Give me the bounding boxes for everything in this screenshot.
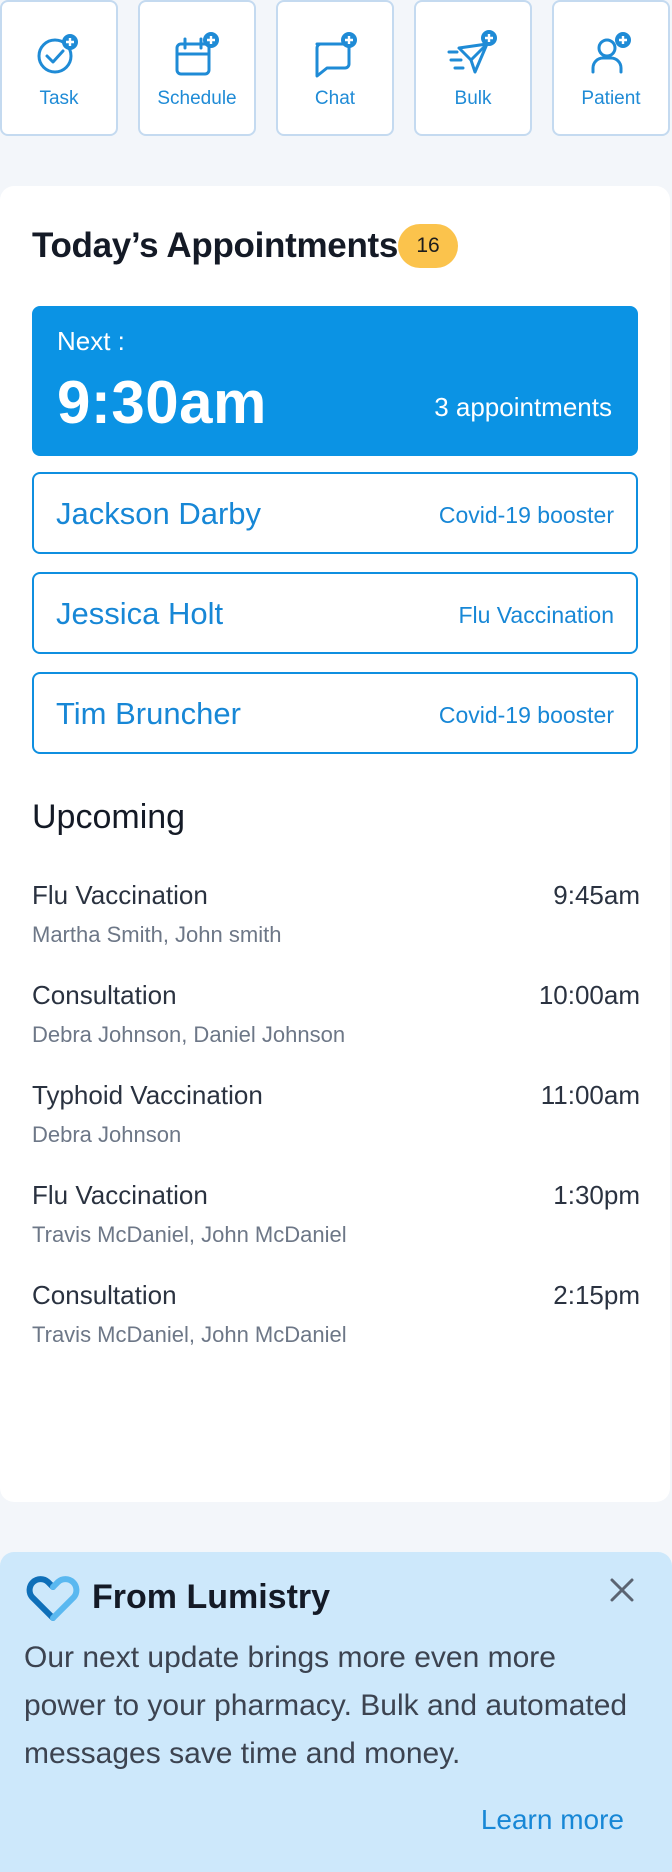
upcoming-item[interactable]: Typhoid Vaccination 11:00am Debra Johnso… <box>32 1080 640 1170</box>
task-label: Task <box>39 88 79 109</box>
chat-add-icon <box>315 32 357 78</box>
upcoming-time: 1:30pm <box>553 1180 640 1210</box>
appointment-type: Covid-19 booster <box>438 702 614 728</box>
upcoming-time: 2:15pm <box>553 1280 640 1310</box>
upcoming-patients: Travis McDaniel, John McDaniel <box>32 1222 347 1247</box>
heart-logo-icon <box>26 1576 80 1621</box>
upcoming-time: 11:00am <box>540 1080 640 1110</box>
appointment-type: Covid-19 booster <box>438 502 614 528</box>
patient-button[interactable]: Patient <box>552 0 670 136</box>
patient-add-icon <box>591 32 631 74</box>
upcoming-item[interactable]: Consultation 2:15pm Travis McDaniel, Joh… <box>32 1280 640 1370</box>
upcoming-patients: Debra Johnson <box>32 1122 182 1147</box>
upcoming-type: Typhoid Vaccination <box>32 1080 263 1110</box>
appointment-type: Flu Vaccination <box>458 602 614 628</box>
upcoming-patients: Martha Smith, John smith <box>32 922 282 947</box>
upcoming-item[interactable]: Flu Vaccination 1:30pm Travis McDaniel, … <box>32 1180 640 1270</box>
upcoming-item[interactable]: Flu Vaccination 9:45am Martha Smith, Joh… <box>32 880 640 970</box>
appointment-item[interactable]: Jackson Darby Covid-19 booster <box>32 472 638 554</box>
task-add-icon <box>37 34 78 74</box>
upcoming-type: Flu Vaccination <box>32 880 208 910</box>
chat-button[interactable]: Chat <box>276 0 394 136</box>
appointment-item[interactable]: Tim Bruncher Covid-19 booster <box>32 672 638 754</box>
lumistry-banner: From Lumistry Our next update brings mor… <box>0 1552 672 1872</box>
next-label: Next : <box>57 326 125 356</box>
bulk-label: Bulk <box>454 88 492 109</box>
appointment-patient-name: Jessica Holt <box>56 596 224 631</box>
learn-more-link[interactable]: Learn more <box>481 1804 624 1836</box>
quick-actions-bar: Task Schedule Chat Bulk Patient <box>0 0 672 140</box>
upcoming-item[interactable]: Consultation 10:00am Debra Johnson, Dani… <box>32 980 640 1070</box>
task-button[interactable]: Task <box>0 0 118 136</box>
upcoming-patients: Debra Johnson, Daniel Johnson <box>32 1022 346 1047</box>
appointment-patient-name: Jackson Darby <box>56 496 262 531</box>
chat-label: Chat <box>314 88 356 109</box>
send-add-icon <box>447 30 497 74</box>
appointment-item[interactable]: Jessica Holt Flu Vaccination <box>32 572 638 654</box>
patient-label: Patient <box>581 88 641 109</box>
upcoming-type: Flu Vaccination <box>32 1180 208 1210</box>
next-appointment-count: 3 appointments <box>434 392 612 422</box>
banner-message: Our next update brings more even more po… <box>24 1641 628 1770</box>
upcoming-time: 10:00am <box>538 980 640 1010</box>
upcoming-patients: Travis McDaniel, John McDaniel <box>32 1322 347 1347</box>
schedule-button[interactable]: Schedule <box>138 0 256 136</box>
upcoming-type: Consultation <box>32 980 177 1010</box>
close-icon[interactable] <box>602 1570 642 1610</box>
upcoming-time: 9:45am <box>553 880 640 910</box>
appointments-title: Today’s Appointments <box>32 226 399 265</box>
upcoming-type: Consultation <box>32 1280 177 1310</box>
calendar-add-icon <box>175 32 219 76</box>
next-appointment-panel[interactable]: Next : 9:30am 3 appointments <box>32 306 638 456</box>
upcoming-title: Upcoming <box>32 798 186 836</box>
appointments-count-badge: 16 <box>398 224 458 268</box>
appointments-card: Today’s Appointments 16 Next : 9:30am 3 … <box>0 186 670 1502</box>
banner-title: From Lumistry <box>92 1578 331 1616</box>
appointment-patient-name: Tim Bruncher <box>56 696 241 731</box>
bulk-button[interactable]: Bulk <box>414 0 532 136</box>
next-time: 9:30am <box>57 369 267 436</box>
schedule-label: Schedule <box>157 88 237 109</box>
